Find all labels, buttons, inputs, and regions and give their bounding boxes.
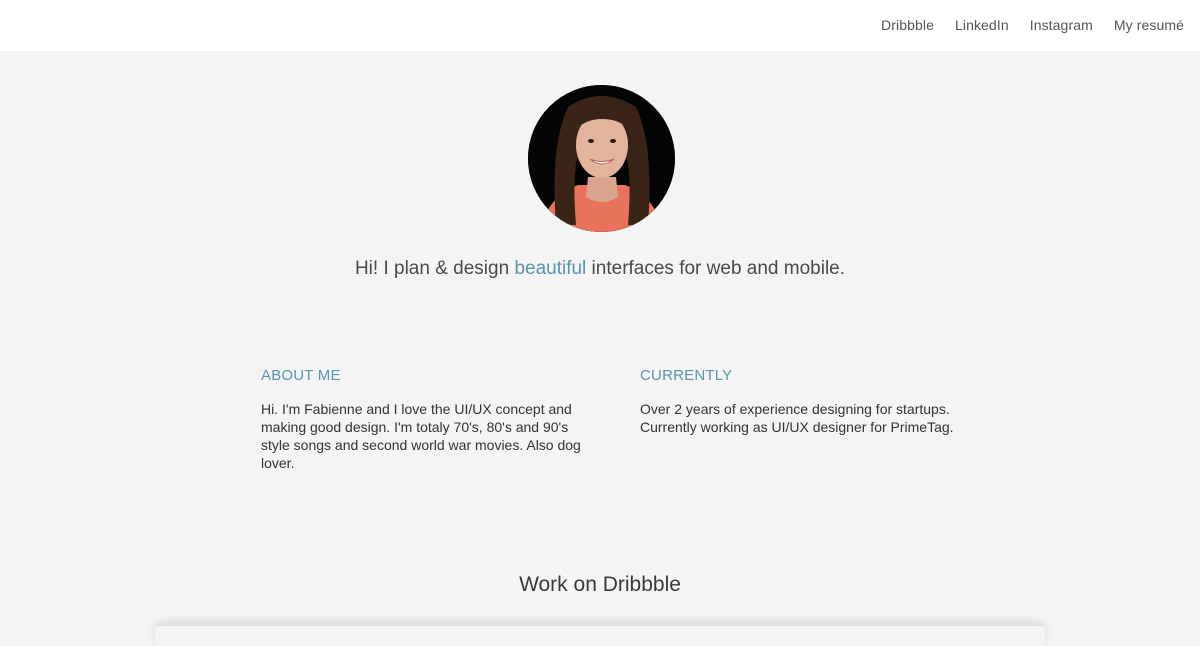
profile-photo-illustration [528, 85, 675, 232]
nav-link-dribbble[interactable]: Dribbble [881, 17, 934, 33]
about-me-text: Hi. I'm Fabienne and I love the UI/UX co… [261, 401, 581, 471]
hero-tagline: Hi! I plan & design beautiful interfaces… [0, 258, 1200, 280]
main-nav: Dribbble LinkedIn Instagram My resumé [860, 17, 1184, 33]
tagline-start: Hi! I plan & design [354, 258, 515, 279]
nav-link-instagram[interactable]: Instagram [1030, 17, 1093, 33]
nav-link-linkedin[interactable]: LinkedIn [955, 17, 1009, 33]
about-me-section: ABOUT ME Hi. I'm Fabienne and I love the… [261, 367, 591, 472]
tagline-end: interfaces for web and mobile. [586, 258, 846, 279]
work-section-title: Work on Dribbble [519, 573, 681, 596]
about-me-heading: ABOUT ME [261, 367, 341, 384]
currently-text: Over 2 years of experience designing for… [640, 401, 954, 435]
profile-avatar [528, 85, 675, 232]
currently-heading: CURRENTLY [640, 367, 733, 384]
nav-link-resume[interactable]: My resumé [1114, 17, 1184, 33]
top-navigation-bar: Dribbble LinkedIn Instagram My resumé [0, 0, 1200, 51]
work-gallery-container [155, 626, 1045, 646]
currently-section: CURRENTLY Over 2 years of experience des… [640, 367, 970, 436]
tagline-accent-word: beautiful [514, 258, 587, 279]
